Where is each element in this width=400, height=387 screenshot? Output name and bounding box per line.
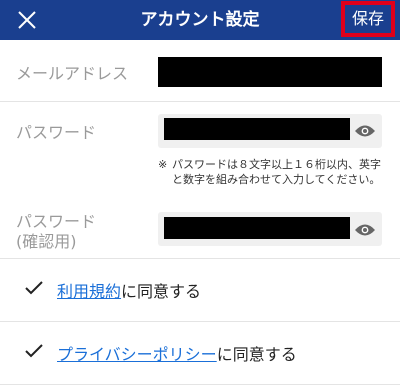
terms-agreement-row: 利用規約に同意する (0, 268, 400, 308)
terms-agreement-text: 利用規約に同意する (57, 278, 201, 302)
privacy-agreement-row: プライバシーポリシーに同意する (0, 331, 400, 371)
privacy-agreement-suffix: に同意する (216, 345, 297, 364)
divider (0, 321, 400, 322)
privacy-policy-link[interactable]: プライバシーポリシー (57, 345, 217, 364)
divider (0, 101, 400, 102)
divider (0, 384, 400, 385)
password-note: ※ パスワードは８文字以上１６桁以内、英字と数字を組み合わせて入力してください。 (158, 157, 388, 187)
app-header: アカウント設定 保存 (0, 0, 400, 40)
privacy-checkbox[interactable] (24, 343, 44, 359)
page-title: アカウント設定 (140, 10, 260, 30)
eye-icon (355, 224, 375, 236)
terms-checkbox[interactable] (24, 280, 44, 296)
confirm-label-line2: (確認用) (16, 232, 77, 251)
confirm-password-field[interactable] (164, 217, 350, 239)
password-label: パスワード (16, 123, 97, 142)
note-mark: ※ (158, 158, 168, 171)
privacy-agreement-text: プライバシーポリシーに同意する (57, 341, 297, 365)
divider (0, 258, 400, 259)
password-field[interactable] (164, 118, 350, 140)
checkmark-icon (25, 281, 43, 295)
terms-agreement-suffix: に同意する (121, 282, 202, 301)
eye-icon (355, 125, 375, 137)
show-confirm-password-button[interactable] (354, 222, 376, 236)
checkmark-icon (25, 344, 43, 358)
save-button[interactable]: 保存 (341, 1, 395, 37)
terms-link[interactable]: 利用規約 (57, 282, 121, 301)
email-label: メールアドレス (16, 64, 129, 83)
email-field[interactable] (158, 57, 382, 87)
password-note-text: パスワードは８文字以上１６桁以内、英字と数字を組み合わせて入力してください。 (172, 158, 381, 186)
show-password-button[interactable] (354, 123, 376, 137)
confirm-password-label: パスワード (確認用) (16, 212, 96, 252)
confirm-label-line1: パスワード (16, 212, 97, 231)
